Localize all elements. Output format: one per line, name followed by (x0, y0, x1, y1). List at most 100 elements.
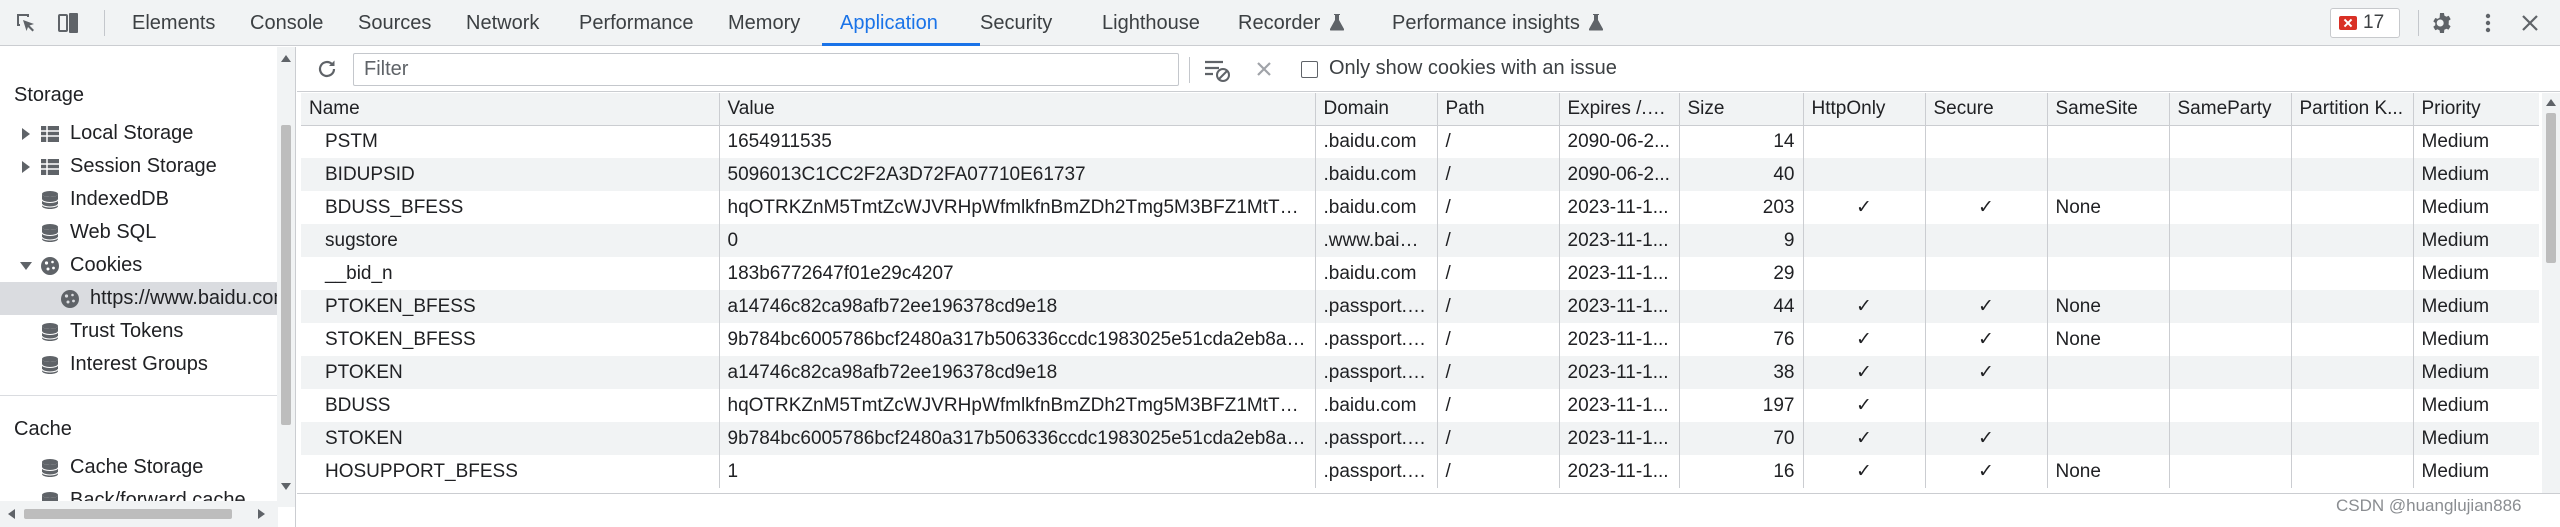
cell-expires: 2023-11-1... (1559, 257, 1680, 290)
cookies-panel: Only show cookies with an issue Name Val… (297, 47, 2560, 527)
cell-samesite: None (2047, 290, 2170, 323)
sidebar-item-local-storage[interactable]: Local Storage (0, 117, 278, 150)
sidebar-item-cookies-baidu[interactable]: https://www.baidu.com (0, 282, 278, 315)
cell-httponly: ✓ (1803, 323, 1926, 356)
refresh-icon[interactable] (315, 57, 339, 81)
column-header-size[interactable]: Size (1679, 93, 1804, 126)
column-header-httponly[interactable]: HttpOnly (1803, 93, 1926, 126)
expand-arrow-icon[interactable] (22, 128, 30, 140)
cell-path: / (1437, 422, 1560, 455)
filter-input[interactable] (353, 53, 1179, 86)
cell-path: / (1437, 356, 1560, 389)
cell-sameparty (2169, 422, 2292, 455)
tab-performance-insights[interactable]: Performance insights (1392, 0, 1604, 46)
cell-value: 1 (719, 455, 1316, 488)
cell-httponly (1803, 158, 1926, 191)
delete-selected-cookie-icon[interactable] (1253, 58, 1275, 80)
scroll-up-arrow-icon[interactable] (281, 55, 291, 62)
cell-priority: Medium (2413, 125, 2539, 158)
table-row[interactable]: sugstore0.www.baidu.com/2023-11-1...9 Med… (301, 224, 2539, 257)
scrollbar-thumb[interactable] (2546, 113, 2556, 263)
column-header-sameparty[interactable]: SameParty (2169, 93, 2292, 126)
scroll-down-arrow-icon[interactable] (281, 483, 291, 490)
tab-performance[interactable]: Performance (579, 0, 694, 46)
table-row[interactable]: PSTM 1654911535 .baidu.com/2090-06-2... 14 M… (301, 125, 2539, 158)
scroll-up-arrow-icon[interactable] (2546, 99, 2556, 106)
cell-value: 0 (719, 224, 1316, 257)
column-header-samesite[interactable]: SameSite (2047, 93, 2170, 126)
device-toolbar-icon[interactable] (56, 11, 80, 35)
table-row[interactable]: __bid_n 183b6772647f01e29c4207 .baidu.com /… (301, 257, 2539, 290)
table-row[interactable]: HOSUPPORT_BFESS1.passport.baidu.com/2023… (301, 455, 2539, 488)
issues-counter-button[interactable]: 17 (2330, 8, 2400, 38)
collapse-arrow-icon[interactable] (20, 262, 32, 270)
tab-security[interactable]: Security (980, 0, 1052, 46)
checkbox[interactable] (1301, 61, 1318, 78)
cell-httponly: ✓ (1803, 191, 1926, 224)
cell-name: __bid_n (301, 257, 720, 290)
cell-partition-key (2291, 323, 2414, 356)
sidebar-item-session-storage[interactable]: Session Storage (0, 150, 278, 183)
table-row[interactable]: STOKEN_BFESS 9b784bc6005786bcf2480a317b50… (301, 323, 2539, 356)
tab-network[interactable]: Network (466, 0, 539, 46)
cell-expires: 2023-11-1... (1559, 356, 1680, 389)
cell-size: 9 (1679, 224, 1804, 257)
tab-sources[interactable]: Sources (358, 0, 431, 46)
sidebar-item-label: Interest Groups (70, 353, 208, 375)
cookie-icon (61, 290, 79, 308)
column-header-expires[interactable]: Expires /... (1559, 93, 1680, 126)
sidebar-item-back-forward-cache[interactable]: Back/forward cache (0, 484, 278, 501)
tab-recorder[interactable]: Recorder (1238, 0, 1344, 46)
sidebar-horizontal-scrollbar[interactable] (0, 501, 278, 527)
tab-memory[interactable]: Memory (728, 0, 800, 46)
cell-expires: 2023-11-1... (1559, 422, 1680, 455)
expand-arrow-icon[interactable] (22, 161, 30, 173)
tab-lighthouse[interactable]: Lighthouse (1102, 0, 1200, 46)
sidebar-item-cache-storage[interactable]: Cache Storage (0, 451, 278, 484)
sidebar-item-cookies[interactable]: Cookies (0, 249, 278, 282)
cell-value: 9b784bc6005786bcf2480a317b506336ccdc1983… (719, 323, 1316, 356)
tab-application[interactable]: Application (840, 0, 938, 46)
sidebar-item-indexeddb[interactable]: IndexedDB (0, 183, 278, 216)
cell-value: a14746c82ca98afb72ee196378cd9e18 (719, 356, 1316, 389)
column-header-name[interactable]: Name (301, 93, 720, 126)
cookie-icon (41, 257, 59, 275)
table-row[interactable]: BIDUPSID 5096013C1CC2F2A3D72FA07710E61737… (301, 158, 2539, 191)
sidebar-vertical-scrollbar[interactable] (277, 47, 295, 507)
table-row[interactable]: BDUSS hqOTRKZnM5TmtZcWJVRHpWfmlkfnBmZDh2T… (301, 389, 2539, 422)
cell-path: / (1437, 224, 1560, 257)
cell-domain: .passport.baidu.com (1315, 290, 1438, 323)
settings-gear-icon[interactable] (2430, 11, 2454, 35)
sidebar-item-web-sql[interactable]: Web SQL (0, 216, 278, 249)
table-row[interactable]: STOKEN 9b784bc6005786bcf2480a317b506336cc… (301, 422, 2539, 455)
scrollbar-thumb[interactable] (281, 125, 291, 425)
column-header-priority[interactable]: Priority (2413, 93, 2539, 126)
cell-httponly (1803, 125, 1926, 158)
inspect-element-icon[interactable] (14, 11, 38, 35)
column-header-secure[interactable]: Secure (1925, 93, 2048, 126)
scroll-left-arrow-icon[interactable] (8, 509, 15, 519)
cell-name: STOKEN (301, 422, 720, 455)
table-row[interactable]: PTOKEN a14746c82ca98afb72ee196378cd9e18 .p… (301, 356, 2539, 389)
cell-secure (1925, 158, 2048, 191)
close-devtools-icon[interactable] (2518, 11, 2542, 35)
table-row[interactable]: BDUSS_BFESS hqOTRKZnM5TmtZcWJVRHpWfmlkfnB… (301, 191, 2539, 224)
column-header-domain[interactable]: Domain (1315, 93, 1438, 126)
database-icon (41, 459, 59, 477)
cell-domain: .passport.baidu.com (1315, 422, 1438, 455)
table-row[interactable]: PTOKEN_BFESS a14746c82ca98afb72ee196378cd… (301, 290, 2539, 323)
sidebar-item-trust-tokens[interactable]: Trust Tokens (0, 315, 278, 348)
scrollbar-thumb[interactable] (24, 509, 232, 519)
column-header-partition-key[interactable]: Partition K... (2291, 93, 2414, 126)
tab-elements[interactable]: Elements (132, 0, 215, 46)
column-header-value[interactable]: Value (719, 93, 1316, 126)
cache-section-heading: Cache (14, 418, 72, 440)
cell-priority: Medium (2413, 422, 2539, 455)
tab-console[interactable]: Console (250, 0, 323, 46)
sidebar-item-interest-groups[interactable]: Interest Groups (0, 348, 278, 381)
column-header-path[interactable]: Path (1437, 93, 1560, 126)
more-options-kebab-icon[interactable] (2476, 11, 2500, 35)
clear-filtered-cookies-icon[interactable] (1203, 57, 1231, 83)
scroll-right-arrow-icon[interactable] (258, 509, 265, 519)
table-vertical-scrollbar[interactable] (2542, 93, 2560, 493)
